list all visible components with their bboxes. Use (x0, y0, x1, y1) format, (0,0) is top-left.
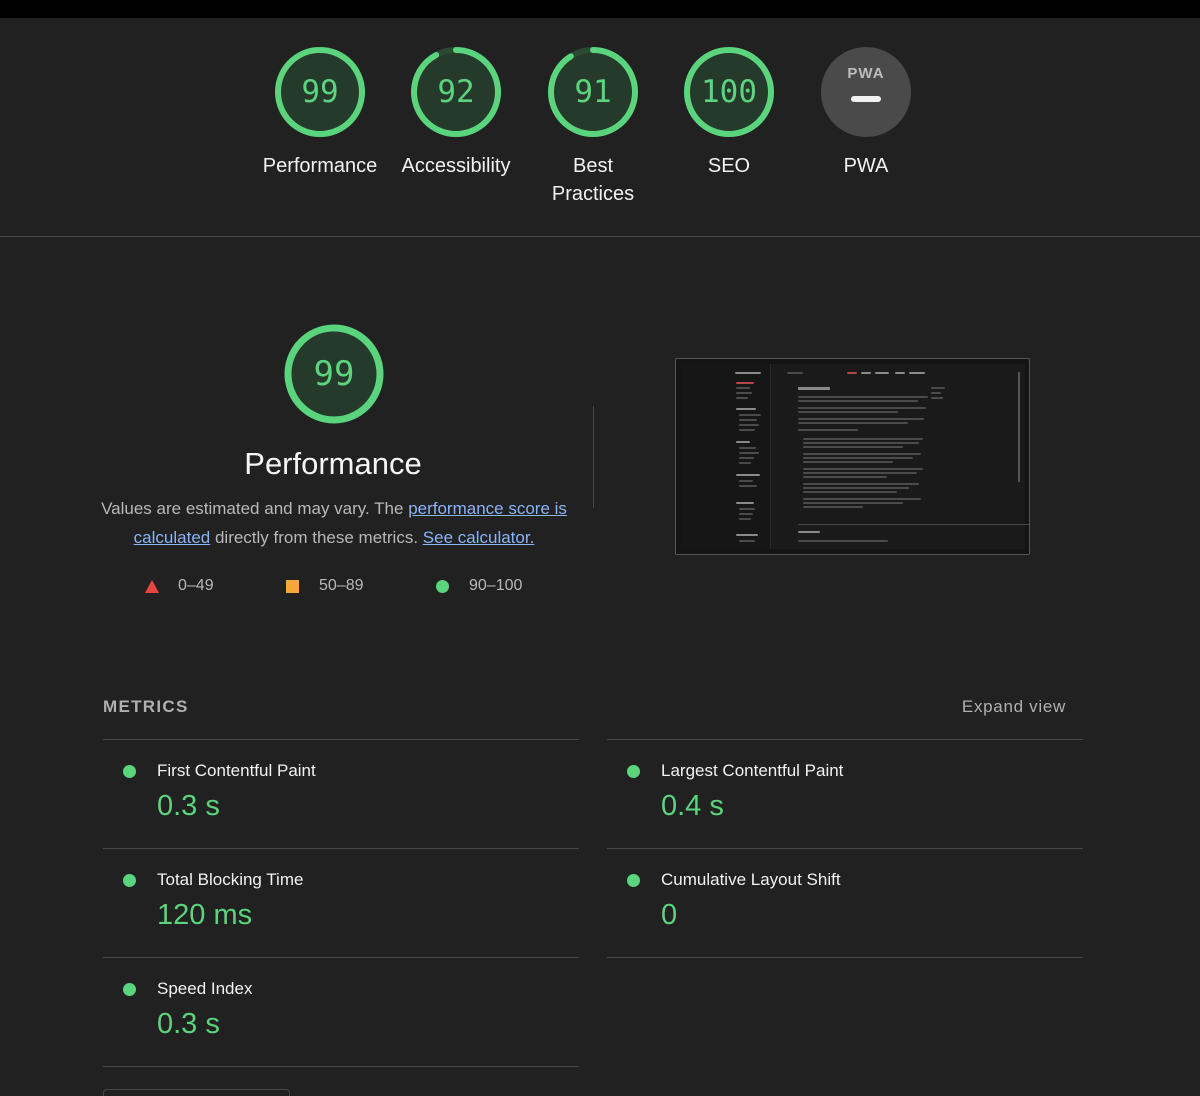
legend-range: 0–49 (178, 577, 214, 594)
circle-icon (436, 580, 449, 593)
metric-total-blocking-time: Total Blocking Time 120 ms (103, 848, 579, 957)
pass-circle-icon (627, 874, 640, 887)
metric-value: 0.3 s (157, 1008, 220, 1040)
top-bar (0, 0, 1200, 18)
metric-name: Cumulative Layout Shift (661, 870, 841, 889)
metric-name: Speed Index (157, 979, 253, 998)
performance-gauge: 99 (283, 323, 385, 425)
gauge-best-practices[interactable]: 91 Best Practices (523, 46, 663, 208)
legend-range: 50–89 (319, 577, 364, 594)
gauge-label: PWA (843, 155, 889, 177)
triangle-icon (145, 580, 159, 593)
view-treemap-button[interactable] (103, 1089, 290, 1096)
screenshot-sidebar (681, 364, 771, 549)
metric-name: First Contentful Paint (157, 761, 316, 780)
pass-circle-icon (123, 874, 136, 887)
metric-divider (103, 1066, 579, 1067)
pass-circle-icon (627, 765, 640, 778)
gauge-score: 92 (437, 74, 475, 110)
screenshot-page (681, 364, 1029, 549)
gauge-ring: 99 (274, 46, 366, 138)
description-text: Values are estimated and may vary. The (101, 499, 409, 518)
gauge-seo[interactable]: 100 SEO (659, 46, 799, 180)
gauge-label: Accessibility (401, 155, 511, 177)
gauge-label: Best Practices (551, 155, 635, 205)
legend-range: 90–100 (469, 577, 523, 594)
gauge-ring: 91 (547, 46, 639, 138)
dash-icon (851, 96, 881, 102)
pass-circle-icon (123, 983, 136, 996)
metric-value: 120 ms (157, 899, 253, 931)
pass-circle-icon (123, 765, 136, 778)
metric-value: 0 (661, 899, 678, 931)
gauge-score: 100 (701, 74, 757, 110)
metric-divider (607, 957, 1083, 958)
description-text: directly from these metrics. (210, 528, 423, 547)
gauge-ring: PWA (820, 46, 912, 138)
metrics-heading: METRICS (103, 697, 189, 716)
metric-largest-contentful-paint: Largest Contentful Paint 0.4 s (607, 739, 1083, 848)
metric-first-contentful-paint: First Contentful Paint 0.3 s (103, 739, 579, 848)
performance-score: 99 (313, 354, 355, 394)
page-screenshot-thumbnail[interactable] (675, 358, 1030, 555)
gauge-pwa[interactable]: PWA PWA (796, 46, 936, 180)
metric-speed-index: Speed Index 0.3 s (103, 957, 579, 1066)
expand-view-toggle[interactable]: Expand view (930, 697, 1066, 717)
metric-name: Total Blocking Time (157, 870, 304, 889)
performance-description: Values are estimated and may vary. The p… (100, 494, 568, 552)
metric-value: 0.4 s (661, 790, 724, 822)
gauge-score: 99 (301, 74, 339, 110)
pwa-badge-icon: PWA (821, 47, 911, 137)
gauge-performance[interactable]: 99 Performance (250, 46, 390, 180)
metric-value: 0.3 s (157, 790, 220, 822)
gauge-ring: 100 (683, 46, 775, 138)
gauge-score: 91 (574, 74, 612, 110)
screenshot-scrollbar (1018, 372, 1020, 482)
vertical-divider (593, 406, 594, 508)
metric-name: Largest Contentful Paint (661, 761, 844, 780)
see-calculator-link[interactable]: See calculator. (423, 528, 535, 547)
square-icon (286, 580, 299, 593)
gauge-label: Performance (262, 155, 378, 177)
gauge-accessibility[interactable]: 92 Accessibility (386, 46, 526, 180)
gauge-ring: 92 (410, 46, 502, 138)
pwa-badge-text: PWA (847, 65, 885, 82)
performance-title: Performance (244, 446, 422, 481)
gauge-label: SEO (707, 155, 751, 177)
category-gauges: 99 Performance 92 Accessibility 91 Best … (0, 18, 1200, 237)
metric-cumulative-layout-shift: Cumulative Layout Shift 0 (607, 848, 1083, 957)
